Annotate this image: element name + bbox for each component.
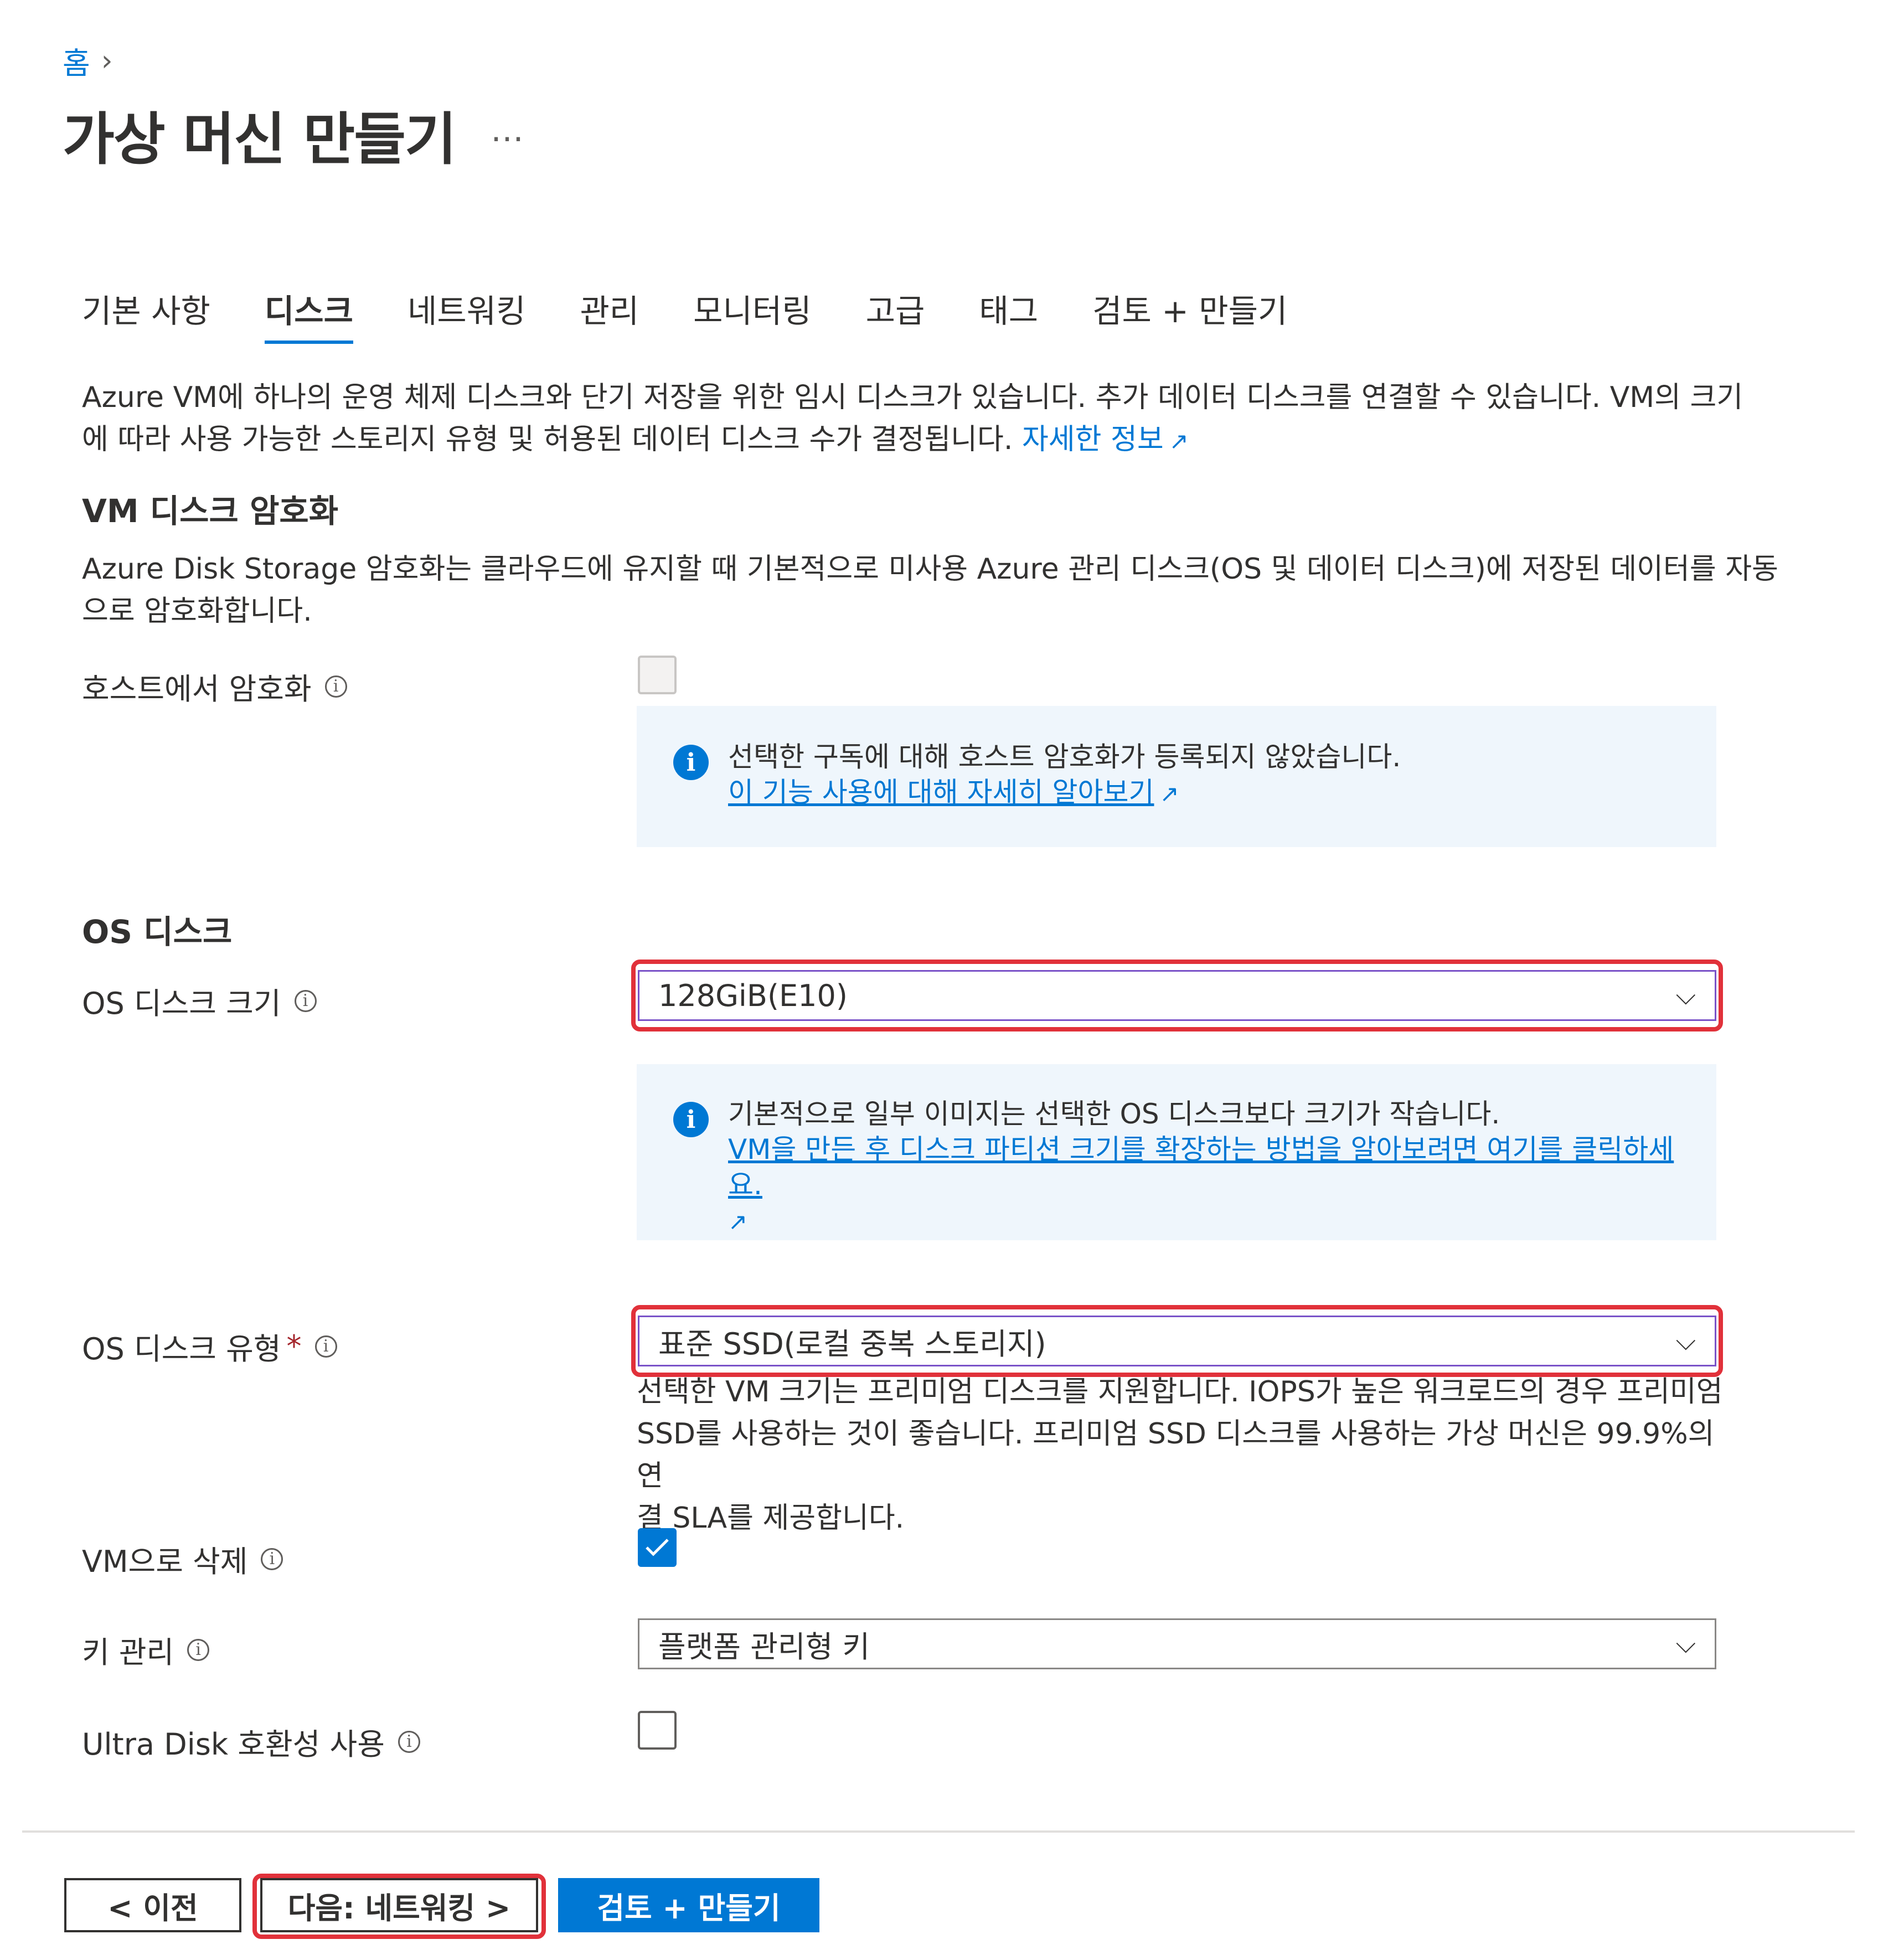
host-encryption-label: 호스트에서 암호화 (82, 672, 312, 706)
breadcrumb: 홈 › (63, 39, 112, 82)
delete-with-vm-checkbox[interactable] (638, 1528, 677, 1567)
info-filled-icon: i (673, 1102, 709, 1137)
os-disk-size-info-text: 기본적으로 일부 이미지는 선택한 OS 디스크보다 크기가 작습니다. (728, 1098, 1500, 1130)
info-icon[interactable]: i (324, 675, 347, 698)
os-disk-type-dropdown[interactable]: 표준 SSD(로컬 중복 스토리지) ⌵ (638, 1316, 1716, 1366)
key-management-value: 플랫폼 관리형 키 (658, 1629, 870, 1664)
ultra-disk-label: Ultra Disk 호환성 사용 (82, 1727, 385, 1762)
os-disk-type-help-line-2: SSD를 사용하는 것이 좋습니다. 프리미엄 SSD 디스크를 사용하는 가상… (637, 1417, 1715, 1493)
host-encryption-info-text: 선택한 구독에 대해 호스트 암호화가 등록되지 않았습니다. (728, 741, 1401, 773)
review-create-button[interactable]: 검토 + 만들기 (558, 1878, 819, 1932)
more-options-button[interactable]: … (491, 111, 526, 149)
tab-management[interactable]: 관리 (580, 285, 639, 344)
os-disk-type-value: 표준 SSD(로컬 중복 스토리지) (658, 1326, 1046, 1361)
os-disk-size-value: 128GiB(E10) (658, 978, 848, 1013)
external-link-icon: ↗ (728, 1208, 748, 1235)
tab-basics[interactable]: 기본 사항 (82, 285, 210, 344)
host-encryption-learn-link[interactable]: 이 기능 사용에 대해 자세히 알아보기 (728, 776, 1154, 808)
os-disk-type-label: OS 디스크 유형 (82, 1332, 281, 1366)
learn-more-link[interactable]: 자세한 정보 (1022, 423, 1164, 456)
footer-divider (22, 1830, 1855, 1833)
key-management-dropdown[interactable]: 플랫폼 관리형 키 ⌵ (638, 1618, 1716, 1669)
encryption-section-title: VM 디스크 암호화 (82, 492, 339, 530)
tab-bar: 기본 사항 디스크 네트워킹 관리 모니터링 고급 태그 검토 + 만들기 (82, 285, 1287, 344)
encryption-desc-line-1: Azure Disk Storage 암호화는 클라우드에 유지할 때 기본적으… (82, 553, 1778, 586)
encryption-description: Azure Disk Storage 암호화는 클라우드에 유지할 때 기본적으… (82, 548, 1798, 632)
host-encryption-info-box: i 선택한 구독에 대해 호스트 암호화가 등록되지 않았습니다. 이 기능 사… (637, 706, 1716, 847)
tab-disks[interactable]: 디스크 (264, 285, 354, 344)
disk-partition-help-link[interactable]: VM을 만든 후 디스크 파티션 크기를 확장하는 방법을 알아보려면 여기를 … (728, 1133, 1674, 1201)
page-title: 가상 머신 만들기 (63, 107, 457, 173)
info-icon[interactable]: i (187, 1638, 210, 1661)
key-management-label: 키 관리 (82, 1635, 174, 1670)
info-icon[interactable]: i (314, 1335, 337, 1358)
required-asterisk: * (286, 1329, 302, 1364)
tab-review-create[interactable]: 검토 + 만들기 (1092, 285, 1287, 344)
os-disk-section-title: OS 디스크 (82, 913, 233, 951)
os-disk-size-dropdown[interactable]: 128GiB(E10) ⌵ (638, 970, 1716, 1021)
os-disk-type-help-line-3: 결 SLA를 제공합니다. (637, 1502, 905, 1535)
tab-tags[interactable]: 태그 (979, 285, 1038, 344)
host-encryption-info-content: 선택한 구독에 대해 호스트 암호화가 등록되지 않았습니다. 이 기능 사용에… (728, 739, 1680, 812)
chevron-down-icon: ⌵ (1675, 1325, 1696, 1356)
checkmark-icon (646, 1539, 669, 1556)
host-encryption-label-row: 호스트에서 암호화 i (82, 664, 347, 708)
ultra-disk-label-row: Ultra Disk 호환성 사용 i (82, 1720, 420, 1763)
intro-text: Azure VM에 하나의 운영 체제 디스크와 단기 저장을 위한 임시 디스… (82, 376, 1798, 462)
external-link-icon: ↗ (1169, 427, 1189, 455)
delete-with-vm-label-row: VM으로 삭제 i (82, 1537, 283, 1581)
previous-button[interactable]: < 이전 (64, 1878, 241, 1932)
chevron-down-icon: ⌵ (1675, 979, 1696, 1011)
key-management-label-row: 키 관리 i (82, 1628, 210, 1672)
os-disk-type-label-row: OS 디스크 유형 * i (82, 1324, 337, 1368)
tab-advanced[interactable]: 고급 (866, 285, 925, 344)
os-disk-size-info-box: i 기본적으로 일부 이미지는 선택한 OS 디스크보다 크기가 작습니다. V… (637, 1064, 1716, 1240)
info-filled-icon: i (673, 745, 709, 780)
info-icon[interactable]: i (261, 1548, 283, 1570)
os-disk-size-label-row: OS 디스크 크기 i (82, 979, 317, 1023)
info-icon[interactable]: i (398, 1730, 420, 1753)
ultra-disk-checkbox[interactable] (638, 1711, 677, 1750)
chevron-right-icon: › (101, 44, 113, 78)
os-disk-size-info-content: 기본적으로 일부 이미지는 선택한 OS 디스크보다 크기가 작습니다. VM을… (728, 1096, 1691, 1240)
os-disk-type-help-line-1: 선택한 VM 크기는 프리미엄 디스크를 지원합니다. IOPS가 높은 워크로… (637, 1375, 1723, 1409)
intro-line-1: Azure VM에 하나의 운영 체제 디스크와 단기 저장을 위한 임시 디스… (82, 381, 1743, 414)
chevron-down-icon: ⌵ (1675, 1628, 1696, 1659)
next-networking-button[interactable]: 다음: 네트워킹 > (260, 1878, 538, 1932)
intro-line-2: 에 따라 사용 가능한 스토리지 유형 및 허용된 데이터 디스크 수가 결정됩… (82, 423, 1013, 456)
os-disk-size-label: OS 디스크 크기 (82, 986, 281, 1021)
info-icon[interactable]: i (294, 989, 317, 1012)
encryption-desc-line-2: 으로 암호화합니다. (82, 595, 312, 628)
host-encryption-checkbox[interactable] (638, 656, 677, 694)
intro-line-2-row: 에 따라 사용 가능한 스토리지 유형 및 허용된 데이터 디스크 수가 결정됩… (82, 419, 1798, 462)
external-link-icon: ↗ (1159, 780, 1179, 807)
tab-networking[interactable]: 네트워킹 (407, 285, 525, 344)
delete-with-vm-label: VM으로 삭제 (82, 1544, 248, 1579)
tab-monitoring[interactable]: 모니터링 (693, 285, 811, 344)
os-disk-type-help: 선택한 VM 크기는 프리미엄 디스크를 지원합니다. IOPS가 높은 워크로… (637, 1371, 1733, 1539)
breadcrumb-home-link[interactable]: 홈 (63, 39, 90, 82)
